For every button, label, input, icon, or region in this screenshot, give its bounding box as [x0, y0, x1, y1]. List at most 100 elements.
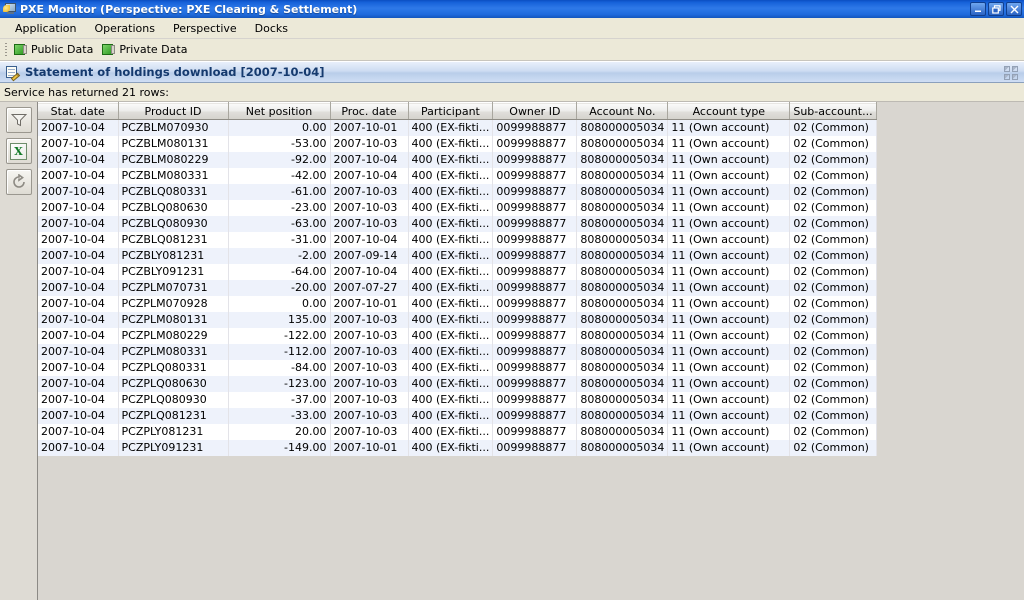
cell-participant: 400 (EX-fikti...	[408, 312, 494, 328]
content-area: X Stat. date Product ID Net position Pro…	[0, 101, 1024, 600]
cell-product-id: PCZBLM070930	[118, 119, 229, 136]
cell-net-position: 0.00	[228, 296, 331, 312]
table-row[interactable]: 2007-10-04 PCZBLQ080331 -61.00 2007-10-03 40…	[38, 184, 877, 200]
cell-stat-date: 2007-10-04	[38, 136, 119, 152]
close-button[interactable]	[1006, 2, 1022, 16]
column-header-net-position[interactable]: Net position	[228, 102, 331, 120]
table-row[interactable]: 2007-10-04 PCZPLY081231 20.00 2007-10-03 400…	[38, 424, 877, 440]
cell-participant: 400 (EX-fikti...	[408, 248, 494, 264]
cell-owner-id: 0099988877	[492, 216, 578, 232]
status-message: Service has returned 21 rows:	[4, 85, 169, 99]
cell-proc-date: 2007-09-14	[330, 248, 409, 264]
toolbar-grip[interactable]	[4, 41, 9, 58]
column-header-account-type[interactable]: Account type	[667, 102, 791, 120]
column-header-account-no[interactable]: Account No.	[576, 102, 669, 120]
table-row[interactable]: 2007-10-04 PCZBLY081231 -2.00 2007-09-14 400…	[38, 248, 877, 264]
cell-net-position: -92.00	[228, 152, 331, 168]
cell-sub-account: 02 (Common)	[789, 152, 877, 168]
table-row[interactable]: 2007-10-04 PCZPLM070731 -20.00 2007-07-27 40…	[38, 280, 877, 296]
cell-proc-date: 2007-10-03	[330, 136, 409, 152]
cell-participant: 400 (EX-fikti...	[408, 200, 494, 216]
cell-owner-id: 0099988877	[492, 119, 578, 136]
table-row[interactable]: 2007-10-04 PCZBLQ081231 -31.00 2007-10-04 40…	[38, 232, 877, 248]
cell-net-position: -20.00	[228, 280, 331, 296]
table-row[interactable]: 2007-10-04 PCZPLM070928 0.00 2007-10-01 400 …	[38, 296, 877, 312]
cell-net-position: -42.00	[228, 168, 331, 184]
cell-sub-account: 02 (Common)	[789, 392, 877, 408]
cell-product-id: PCZPLM070928	[118, 296, 229, 312]
menu-item-perspective[interactable]: Perspective	[164, 19, 246, 38]
refresh-button[interactable]	[5, 169, 32, 195]
window-title: PXE Monitor (Perspective: PXE Clearing &…	[20, 2, 358, 16]
column-header-product-id[interactable]: Product ID	[118, 102, 229, 120]
table-row[interactable]: 2007-10-04 PCZPLQ080930 -37.00 2007-10-03 40…	[38, 392, 877, 408]
refresh-icon	[12, 174, 25, 188]
table-row[interactable]: 2007-10-04 PCZPLQ080331 -84.00 2007-10-03 40…	[38, 360, 877, 376]
cell-proc-date: 2007-10-03	[330, 376, 409, 392]
maximize-panel-icon[interactable]	[1004, 66, 1018, 80]
column-header-proc-date[interactable]: Proc. date	[330, 102, 409, 120]
toolbar-button-private-data[interactable]: Private Data	[100, 41, 194, 59]
cell-account-no: 808000005034	[576, 312, 669, 328]
cell-product-id: PCZBLM080331	[118, 168, 229, 184]
cell-account-type: 11 (Own account)	[667, 280, 791, 296]
cell-product-id: PCZBLQ080930	[118, 216, 229, 232]
menu-item-docks[interactable]: Docks	[246, 19, 297, 38]
table-row[interactable]: 2007-10-04 PCZBLM080131 -53.00 2007-10-03 40…	[38, 136, 877, 152]
cell-account-type: 11 (Own account)	[667, 360, 791, 376]
table-row[interactable]: 2007-10-04 PCZBLY091231 -64.00 2007-10-04 40…	[38, 264, 877, 280]
cell-net-position: -37.00	[228, 392, 331, 408]
cell-stat-date: 2007-10-04	[38, 184, 119, 200]
table-row[interactable]: 2007-10-04 PCZPLM080331 -112.00 2007-10-03 4…	[38, 344, 877, 360]
column-header-participant[interactable]: Participant	[408, 102, 494, 120]
cell-sub-account: 02 (Common)	[789, 248, 877, 264]
menu-item-operations[interactable]: Operations	[85, 19, 163, 38]
cell-participant: 400 (EX-fikti...	[408, 296, 494, 312]
menu-item-application[interactable]: Application	[6, 19, 85, 38]
cell-participant: 400 (EX-fikti...	[408, 119, 494, 136]
cell-product-id: PCZPLY091231	[118, 440, 229, 456]
table-row[interactable]: 2007-10-04 PCZPLQ081231 -33.00 2007-10-03 40…	[38, 408, 877, 424]
cell-account-type: 11 (Own account)	[667, 200, 791, 216]
table-row[interactable]: 2007-10-04 PCZBLQ080930 -63.00 2007-10-03 40…	[38, 216, 877, 232]
cell-account-no: 808000005034	[576, 264, 669, 280]
cell-owner-id: 0099988877	[492, 136, 578, 152]
data-grid-container[interactable]: Stat. date Product ID Net position Proc.…	[38, 102, 1024, 600]
toolbar-button-public-data[interactable]: Public Data	[12, 41, 100, 59]
cell-account-type: 11 (Own account)	[667, 216, 791, 232]
cell-stat-date: 2007-10-04	[38, 232, 119, 248]
cell-owner-id: 0099988877	[492, 312, 578, 328]
cell-proc-date: 2007-10-03	[330, 312, 409, 328]
table-row[interactable]: 2007-10-04 PCZPLM080131 135.00 2007-10-03 40…	[38, 312, 877, 328]
cell-participant: 400 (EX-fikti...	[408, 344, 494, 360]
cell-account-no: 808000005034	[576, 184, 669, 200]
table-row[interactable]: 2007-10-04 PCZPLY091231 -149.00 2007-10-01 4…	[38, 440, 877, 456]
column-header-sub-account[interactable]: Sub-account...	[789, 102, 877, 120]
cell-net-position: -33.00	[228, 408, 331, 424]
cell-account-no: 808000005034	[576, 376, 669, 392]
column-header-stat-date[interactable]: Stat. date	[38, 102, 119, 120]
table-row[interactable]: 2007-10-04 PCZBLM070930 0.00 2007-10-01 400 …	[38, 119, 877, 136]
cell-stat-date: 2007-10-04	[38, 200, 119, 216]
table-row[interactable]: 2007-10-04 PCZBLQ080630 -23.00 2007-10-03 40…	[38, 200, 877, 216]
cell-account-no: 808000005034	[576, 408, 669, 424]
cell-stat-date: 2007-10-04	[38, 344, 119, 360]
table-row[interactable]: 2007-10-04 PCZBLM080229 -92.00 2007-10-04 40…	[38, 152, 877, 168]
cell-account-type: 11 (Own account)	[667, 344, 791, 360]
table-row[interactable]: 2007-10-04 PCZPLQ080630 -123.00 2007-10-03 4…	[38, 376, 877, 392]
export-excel-button[interactable]: X	[5, 138, 32, 164]
cell-sub-account: 02 (Common)	[789, 280, 877, 296]
table-row[interactable]: 2007-10-04 PCZPLM080229 -122.00 2007-10-03 4…	[38, 328, 877, 344]
column-header-owner-id[interactable]: Owner ID	[492, 102, 578, 120]
filter-button[interactable]	[5, 107, 32, 133]
cell-sub-account: 02 (Common)	[789, 424, 877, 440]
restore-button[interactable]	[988, 2, 1004, 16]
table-row[interactable]: 2007-10-04 PCZBLM080331 -42.00 2007-10-04 40…	[38, 168, 877, 184]
cell-net-position: -63.00	[228, 216, 331, 232]
minimize-button[interactable]	[970, 2, 986, 16]
cell-product-id: PCZPLM080331	[118, 344, 229, 360]
green-data-icon	[14, 43, 27, 56]
cell-sub-account: 02 (Common)	[789, 136, 877, 152]
holdings-table: Stat. date Product ID Net position Proc.…	[38, 102, 877, 456]
cell-net-position: 0.00	[228, 119, 331, 136]
